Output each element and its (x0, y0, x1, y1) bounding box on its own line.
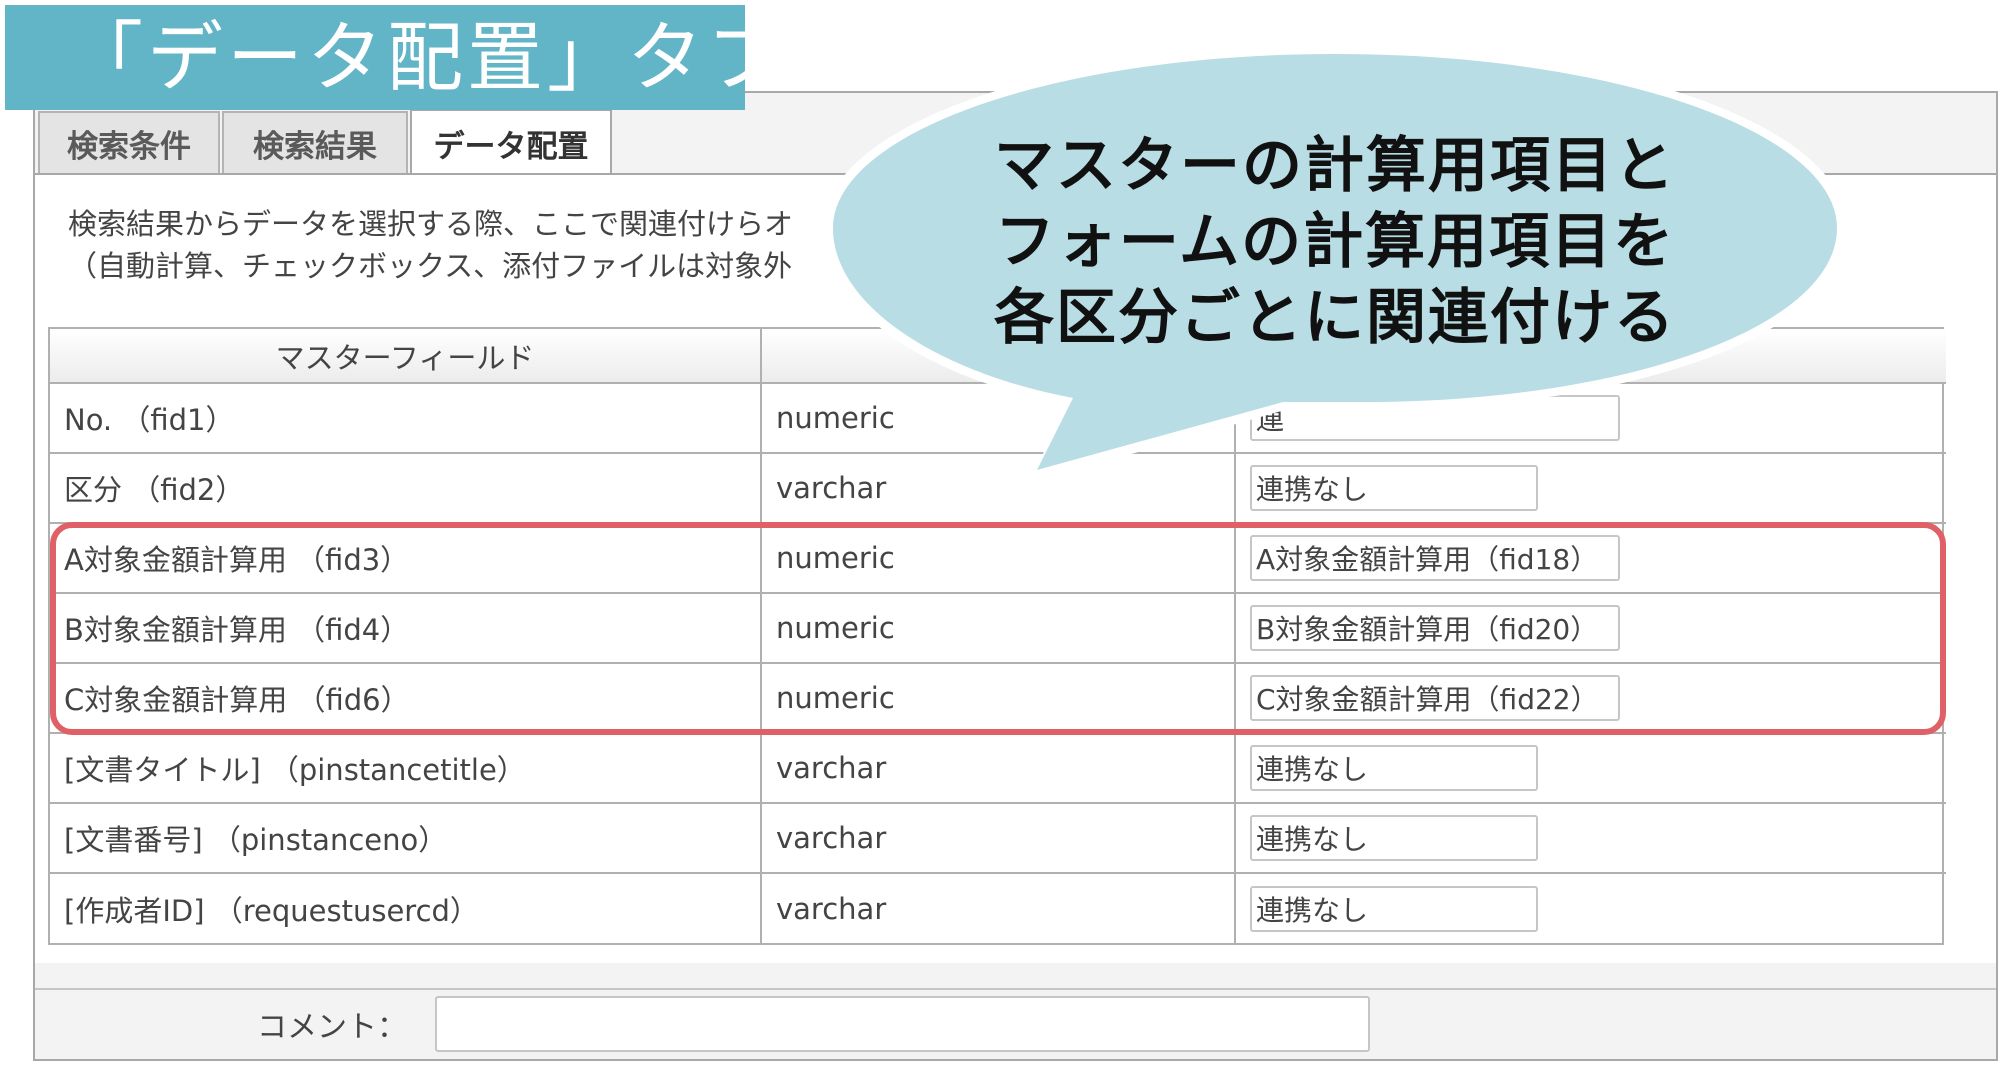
mapping-cell: 連携なし (1235, 873, 1946, 943)
mapping-cell: B対象金額計算用（fid20） (1235, 593, 1946, 664)
table-row: [文書タイトル] （pinstancetitle） varchar 連携なし (50, 733, 1946, 804)
mapping-select[interactable]: 連携なし (1250, 815, 1538, 861)
master-field-cell: 区分 （fid2） (50, 453, 762, 524)
table-row: A対象金額計算用 （fid3） numeric A対象金額計算用（fid18） (50, 523, 1946, 594)
mapping-select[interactable]: A対象金額計算用（fid18） (1250, 535, 1620, 581)
table-row: C対象金額計算用 （fid6） numeric C対象金額計算用（fid22） (50, 663, 1946, 734)
comment-label: コメント： (257, 1010, 407, 1045)
master-field-cell: C対象金額計算用 （fid6） (50, 663, 762, 734)
mapping-cell: 連携なし (1235, 733, 1946, 804)
callout-line-1: マスターの計算用項目と (994, 131, 1676, 201)
description-line-1: 検索結果からデータを選択する際、ここで関連付けらオ (68, 207, 794, 241)
type-cell: varchar (761, 733, 1236, 804)
tab-search-results[interactable]: 検索結果 (222, 111, 408, 173)
callout-text: マスターの計算用項目と フォームの計算用項目を 各区分ごとに関連付ける (815, 128, 1855, 356)
mapping-select[interactable]: C対象金額計算用（fid22） (1250, 675, 1620, 721)
mapping-select[interactable]: B対象金額計算用（fid20） (1250, 605, 1620, 651)
description-line-2: （自動計算、チェックボックス、添付ファイルは対象外 (68, 249, 793, 283)
tab-data-placement[interactable]: データ配置 (410, 109, 612, 175)
master-field-cell: [文書タイトル] （pinstancetitle） (50, 733, 762, 804)
callout-line-2: フォームの計算用項目を (994, 207, 1676, 277)
master-field-cell: [文書番号] （pinstanceno） (50, 803, 762, 874)
master-field-cell: A対象金額計算用 （fid3） (50, 523, 762, 594)
mapping-select[interactable]: 連携なし (1250, 745, 1538, 791)
master-field-cell: [作成者ID] （requestusercd） (50, 873, 762, 943)
mapping-cell: A対象金額計算用（fid18） (1235, 523, 1946, 594)
type-cell: varchar (761, 873, 1236, 943)
type-cell: numeric (761, 663, 1236, 734)
mapping-cell: C対象金額計算用（fid22） (1235, 663, 1946, 734)
type-cell: numeric (761, 593, 1236, 664)
page-title-banner: 「データ配置」タブ (5, 5, 783, 110)
callout-line-3: 各区分ごとに関連付ける (994, 283, 1676, 353)
tab-search-conditions[interactable]: 検索条件 (38, 111, 220, 173)
table-row: [作成者ID] （requestusercd） varchar 連携なし (50, 873, 1946, 943)
comment-input[interactable] (435, 996, 1370, 1052)
type-cell: numeric (761, 523, 1236, 594)
type-cell: varchar (761, 803, 1236, 874)
header-master-field: マスターフィールド (50, 329, 762, 384)
callout-bubble: マスターの計算用項目と フォームの計算用項目を 各区分ごとに関連付ける (815, 38, 1855, 488)
description-text: 検索結果からデータを選択する際、ここで関連付けらオ （自動計算、チェックボックス… (68, 203, 793, 287)
master-field-cell: No. （fid1） (50, 383, 762, 454)
table-row: [文書番号] （pinstanceno） varchar 連携なし (50, 803, 1946, 874)
comment-bar: コメント： (35, 988, 1996, 1059)
mapping-select[interactable]: 連携なし (1250, 885, 1538, 932)
mapping-cell: 連携なし (1235, 803, 1946, 874)
master-field-cell: B対象金額計算用 （fid4） (50, 593, 762, 664)
table-row: B対象金額計算用 （fid4） numeric B対象金額計算用（fid20） (50, 593, 1946, 664)
